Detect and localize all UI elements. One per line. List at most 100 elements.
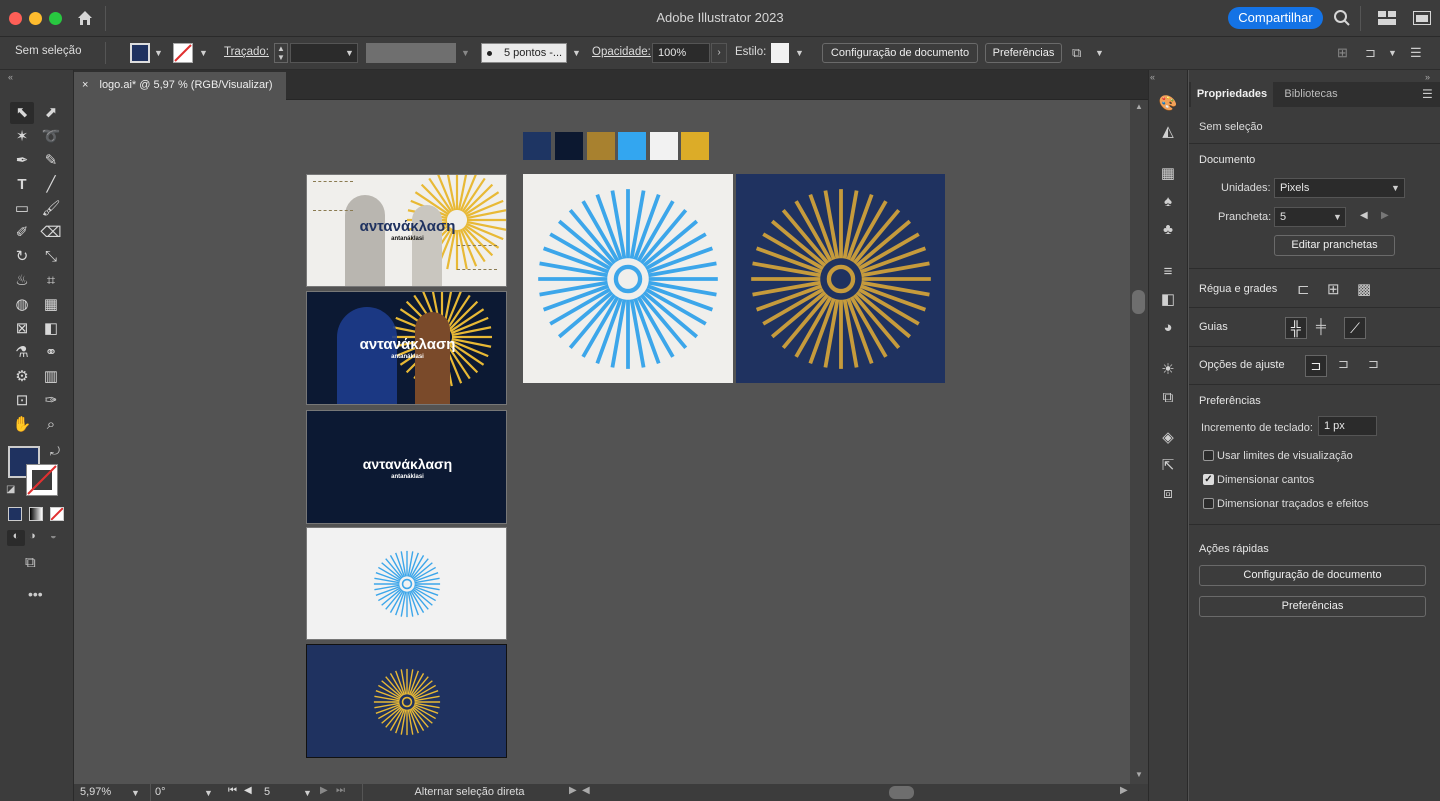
screen-mode-icon[interactable]: ⧉ bbox=[25, 554, 36, 571]
artboard-logo-dark[interactable] bbox=[736, 174, 945, 383]
control-menu-icon[interactable]: ☰ bbox=[1410, 45, 1422, 61]
pen-tool-icon[interactable]: ✒ bbox=[11, 150, 33, 172]
grid-icon[interactable]: ⊞ bbox=[1327, 280, 1340, 298]
snap-to-glyph-icon[interactable]: ⊐ bbox=[1368, 356, 1379, 372]
scroll-right-icon[interactable]: ▶ bbox=[1120, 785, 1128, 796]
stroke-stepper[interactable]: ▲ ▼ bbox=[274, 43, 288, 63]
scale-corners-checkbox[interactable]: ✓ bbox=[1203, 474, 1214, 485]
edit-artboards-button[interactable]: Editar pranchetas bbox=[1274, 235, 1395, 256]
units-select[interactable]: Pixels bbox=[1274, 178, 1405, 198]
rectangle-tool-icon[interactable]: ▭ bbox=[11, 198, 33, 220]
shape-builder-tool-icon[interactable]: ◍ bbox=[11, 294, 33, 316]
color-swatch[interactable] bbox=[681, 132, 709, 160]
lasso-tool-icon[interactable]: ➰ bbox=[40, 126, 62, 148]
scroll-down-icon[interactable]: ▼ bbox=[1135, 770, 1143, 779]
rotate-tool-icon[interactable]: ↻ bbox=[11, 246, 33, 268]
next-artboard-icon[interactable]: ▶ bbox=[320, 785, 328, 796]
gradient-panel-icon[interactable]: ◧ bbox=[1158, 290, 1178, 310]
last-artboard-icon[interactable]: ⏭ bbox=[336, 785, 345, 796]
stroke-panel-icon[interactable]: ≡ bbox=[1158, 262, 1178, 282]
scale-tool-icon[interactable]: ⤡ bbox=[40, 246, 62, 268]
show-guides-icon[interactable]: ╬ bbox=[1285, 317, 1307, 339]
swatches-icon[interactable]: ▦ bbox=[1158, 164, 1178, 184]
chevron-down-icon[interactable]: ▼ bbox=[572, 48, 581, 58]
workspace-icon[interactable] bbox=[1378, 11, 1396, 25]
previous-artboard-icon[interactable]: ◀ bbox=[244, 785, 252, 796]
draw-inside-icon[interactable]: ◒ bbox=[50, 530, 57, 542]
color-swatch[interactable] bbox=[618, 132, 646, 160]
export-icon[interactable]: ⇱ bbox=[1158, 456, 1178, 476]
lock-guides-icon[interactable]: ╪ bbox=[1316, 318, 1326, 334]
column-graph-tool-icon[interactable]: ▥ bbox=[40, 366, 62, 388]
slice-tool-icon[interactable]: ✑ bbox=[40, 390, 62, 412]
line-tool-icon[interactable]: ╱ bbox=[40, 174, 62, 196]
warp-tool-icon[interactable]: ♨ bbox=[11, 270, 33, 292]
draw-behind-icon[interactable]: ◑ bbox=[29, 530, 36, 542]
default-fill-stroke-icon[interactable]: ◪ bbox=[6, 484, 15, 495]
stroke-label[interactable]: Traçado: bbox=[224, 46, 269, 58]
document-setup-button[interactable]: Configuração de documento bbox=[822, 43, 978, 63]
chevron-down-icon[interactable]: ▼ bbox=[199, 48, 208, 58]
chevron-down-icon[interactable]: ▼ bbox=[154, 48, 163, 58]
chevron-down-icon[interactable]: ▼ bbox=[345, 48, 354, 58]
zoom-level[interactable]: 5,97% bbox=[80, 786, 111, 798]
panel-menu-icon[interactable]: ☰ bbox=[1422, 87, 1433, 101]
chevron-down-icon[interactable]: ▼ bbox=[795, 48, 804, 58]
collapse-strip-icon[interactable]: « bbox=[1150, 72, 1155, 82]
previous-artboard-icon[interactable]: ◀ bbox=[1360, 210, 1368, 221]
use-preview-bounds-checkbox[interactable] bbox=[1203, 450, 1214, 461]
zoom-tool-icon[interactable]: ⌕ bbox=[40, 414, 62, 436]
quick-preferences-button[interactable]: Preferências bbox=[1199, 596, 1426, 617]
first-artboard-icon[interactable]: ⏮ bbox=[228, 785, 237, 796]
brush-definition[interactable]: 5 pontos -... bbox=[481, 43, 567, 63]
vertical-scrollbar[interactable]: ▲ ▼ bbox=[1130, 100, 1148, 784]
eyedropper-tool-icon[interactable]: ⚗ bbox=[11, 342, 33, 364]
opacity-label[interactable]: Opacidade: bbox=[592, 46, 651, 58]
keyboard-increment-input[interactable]: 1 px bbox=[1318, 416, 1377, 436]
chevron-down-icon[interactable]: ▼ bbox=[131, 788, 140, 798]
color-swatch[interactable] bbox=[523, 132, 551, 160]
opacity-expand-button[interactable]: › bbox=[711, 43, 727, 63]
snap-to-pixel-icon[interactable]: ⊐ bbox=[1338, 356, 1349, 372]
artboard-4[interactable] bbox=[306, 527, 507, 640]
color-swatch[interactable] bbox=[555, 132, 583, 160]
free-transform-tool-icon[interactable]: ⌗ bbox=[40, 270, 62, 292]
color-mode-icon[interactable] bbox=[8, 507, 22, 521]
stroke-color-swatch[interactable] bbox=[173, 43, 193, 63]
fill-color-swatch[interactable] bbox=[130, 43, 150, 63]
shaper-tool-icon[interactable]: ✐ bbox=[11, 222, 33, 244]
swap-fill-stroke-icon[interactable]: ⤾ bbox=[50, 444, 60, 459]
draw-normal-icon[interactable]: ◐ bbox=[7, 530, 25, 546]
artboard-tool-icon[interactable]: ⊡ bbox=[11, 390, 33, 412]
color-swatch[interactable] bbox=[650, 132, 678, 160]
artboard-5[interactable] bbox=[306, 644, 507, 758]
curvature-tool-icon[interactable]: ✎ bbox=[40, 150, 62, 172]
hand-tool-icon[interactable]: ✋ bbox=[11, 414, 33, 436]
artboard-2[interactable]: αντανάκλαση antanáklasi bbox=[306, 291, 507, 405]
variable-width-profile[interactable] bbox=[366, 43, 456, 63]
quick-document-setup-button[interactable]: Configuração de documento bbox=[1199, 565, 1426, 586]
collapse-toolbar-icon[interactable]: « bbox=[8, 72, 13, 82]
chevron-down-icon[interactable]: ▼ bbox=[461, 48, 470, 58]
none-mode-icon[interactable] bbox=[50, 507, 64, 521]
scroll-up-icon[interactable]: ▲ bbox=[1135, 102, 1143, 111]
color-palette-icon[interactable]: 🎨 bbox=[1158, 94, 1178, 114]
tab-properties[interactable]: Propriedades bbox=[1191, 82, 1273, 107]
align-grid-icon[interactable]: ⊞ bbox=[1337, 45, 1348, 61]
align-icon[interactable]: ⧉ bbox=[1072, 45, 1090, 61]
search-icon[interactable] bbox=[1333, 9, 1351, 27]
symbol-sprayer-tool-icon[interactable]: ⚙ bbox=[11, 366, 33, 388]
tab-libraries[interactable]: Bibliotecas bbox=[1275, 82, 1347, 107]
color-swatch[interactable] bbox=[587, 132, 615, 160]
eraser-tool-icon[interactable]: ⌫ bbox=[40, 222, 62, 244]
perspective-grid-tool-icon[interactable]: ▦ bbox=[40, 294, 62, 316]
stroke-swatch[interactable] bbox=[26, 464, 58, 496]
chevron-down-icon[interactable]: ▼ bbox=[303, 788, 312, 798]
mesh-tool-icon[interactable]: ⊠ bbox=[11, 318, 33, 340]
transparency-icon[interactable]: ◕ bbox=[1158, 318, 1178, 338]
direct-selection-tool-icon[interactable]: ⬈ bbox=[40, 102, 62, 124]
opacity-input[interactable]: 100% bbox=[652, 43, 710, 63]
artboard-3[interactable]: αντανάκλαση antanáklasi bbox=[306, 410, 507, 524]
type-tool-icon[interactable]: T bbox=[11, 174, 33, 196]
transparency-grid-icon[interactable]: ▩ bbox=[1357, 280, 1371, 298]
